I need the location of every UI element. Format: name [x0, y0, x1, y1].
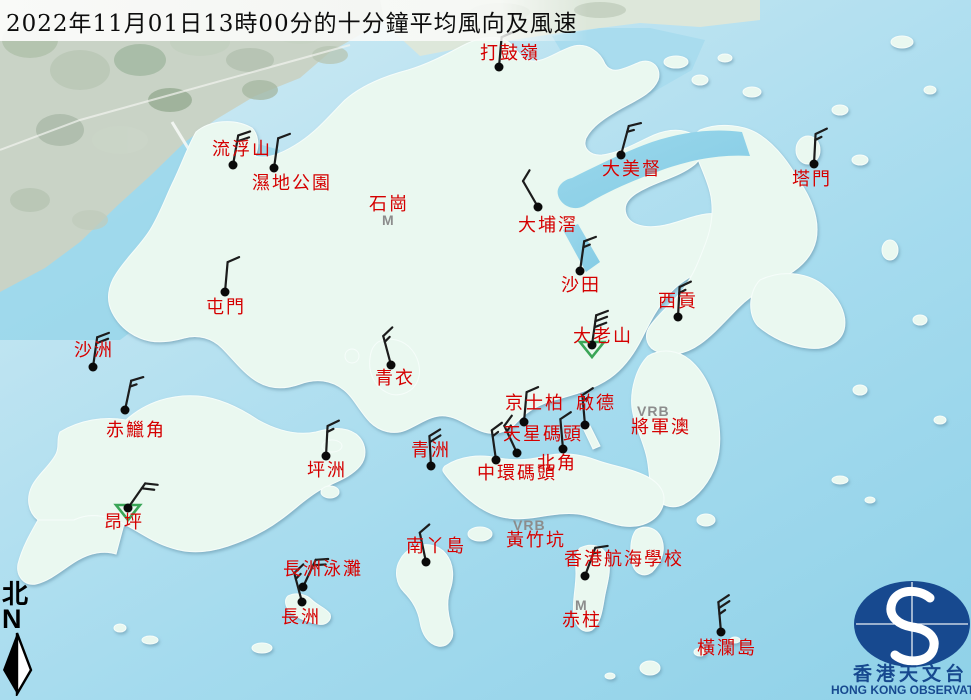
station-label: 啟德	[576, 395, 616, 413]
missing-data-marker: M	[575, 598, 588, 612]
station-label: 橫瀾島	[697, 640, 757, 658]
missing-data-marker: M	[382, 213, 395, 227]
north-compass: 北 N	[2, 582, 42, 696]
station-label: 京士柏	[505, 395, 565, 413]
station-label: 赤柱	[562, 612, 602, 630]
station-label: 屯門	[206, 299, 246, 317]
station-label: 長洲	[281, 609, 321, 627]
station-label: 坪洲	[307, 462, 347, 480]
station-label: 濕地公園	[252, 175, 332, 193]
station-label: 黃竹坑	[506, 532, 566, 550]
station-label: 大埔滘	[518, 217, 578, 235]
station-label: 赤鱲角	[106, 422, 166, 440]
north-arrow-icon	[2, 632, 36, 696]
station-label: 青衣	[375, 370, 415, 388]
station-label: 香港航海學校	[564, 551, 684, 569]
station-label: 北角	[537, 455, 577, 473]
station-label: 青洲	[411, 442, 451, 460]
station-label: 大老山	[573, 328, 633, 346]
map-title: 2022年11月01日13時00分的十分鐘平均風向及風速	[0, 0, 588, 41]
station-label: 大美督	[602, 161, 662, 179]
station-label: 天星碼頭	[503, 426, 583, 444]
station-label: 西貢	[658, 293, 698, 311]
station-label: 將軍澳	[631, 419, 691, 437]
station-label: 沙田	[561, 277, 601, 295]
station-label: 流浮山	[212, 141, 272, 159]
variable-wind-marker: VRB	[637, 404, 670, 418]
station-label: 塔門	[792, 171, 832, 189]
logo-layer	[0, 0, 971, 700]
station-label: 打鼓嶺	[480, 45, 540, 63]
hko-logo-icon	[854, 581, 970, 667]
station-label: 長洲泳灘	[283, 561, 363, 579]
hko-wind-map: 北 N 2022年11月01日13時00分的十分鐘平均風向及風速 打鼓嶺流浮山濕…	[0, 0, 971, 700]
variable-wind-marker: VRB	[513, 518, 546, 532]
compass-north-en: N	[2, 608, 42, 631]
hko-logo-name-en: HONG KONG OBSERVATORY	[831, 684, 971, 696]
station-label: 昂坪	[104, 514, 144, 532]
station-label: 沙洲	[74, 342, 114, 360]
station-label: 南丫島	[406, 538, 466, 556]
hko-logo-name-cjk: 香港天文台	[853, 665, 968, 684]
